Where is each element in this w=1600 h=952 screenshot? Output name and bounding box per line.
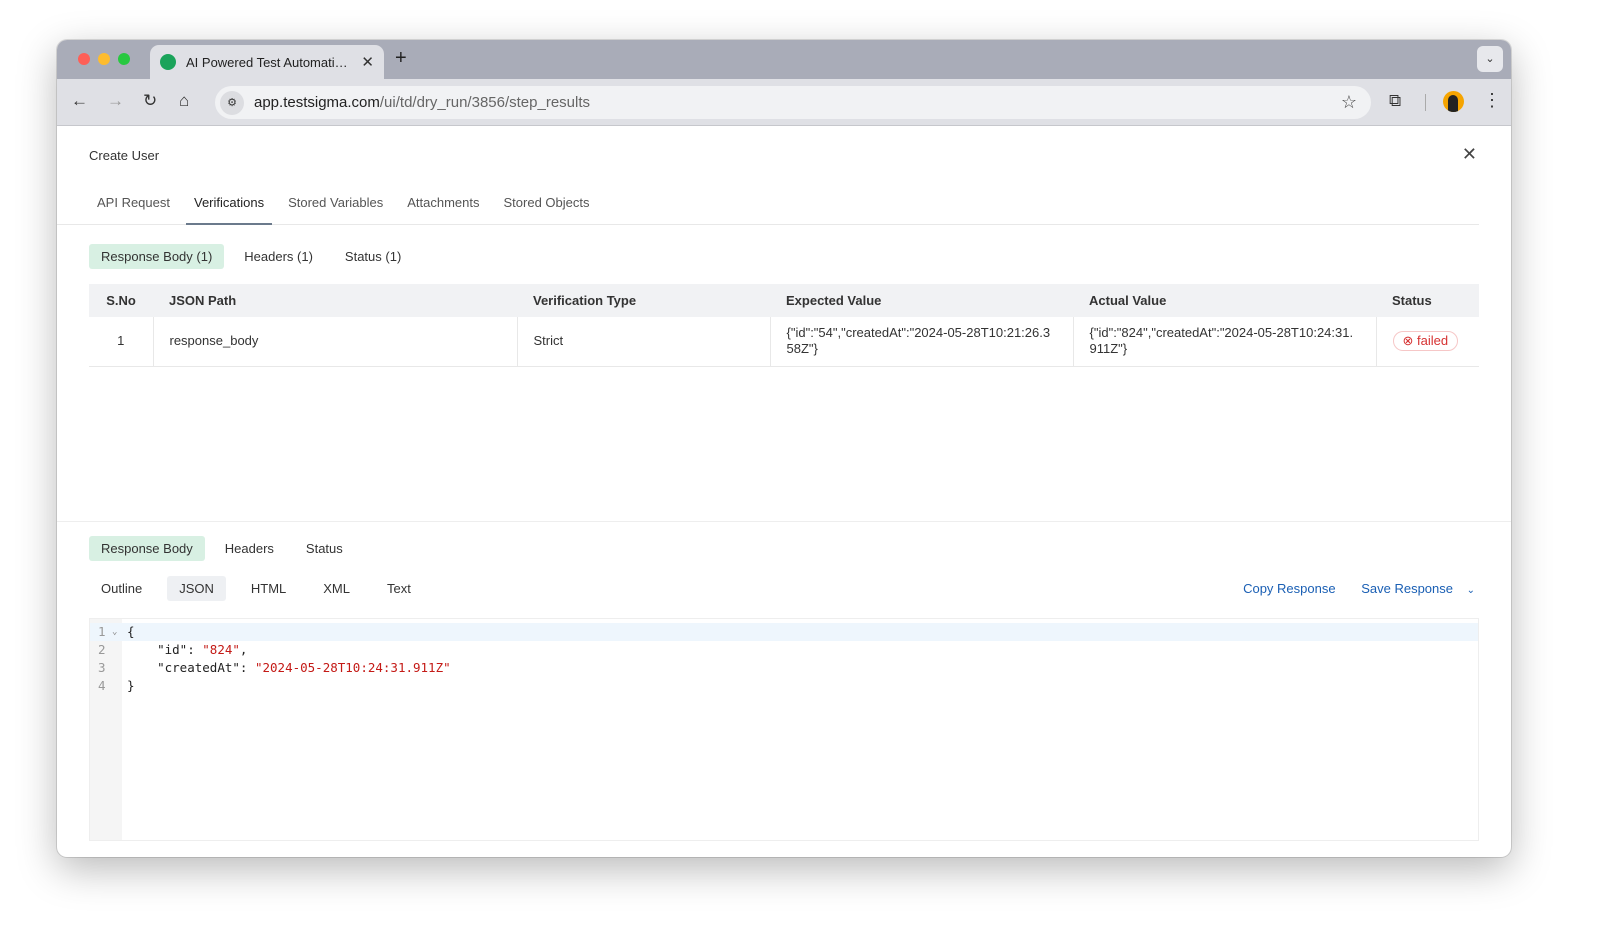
copy-response-button[interactable]: Copy Response bbox=[1243, 581, 1336, 596]
tab-headers-verifications[interactable]: Headers (1) bbox=[232, 244, 325, 269]
verifications-table: S.No JSON Path Verification Type Expecte… bbox=[89, 284, 1479, 367]
column-header: JSON Path bbox=[153, 284, 517, 317]
tab-stored-objects[interactable]: Stored Objects bbox=[496, 184, 598, 225]
line-number: 2 bbox=[98, 642, 106, 657]
code-text: } bbox=[127, 678, 135, 693]
home-icon[interactable]: ⌂ bbox=[179, 91, 189, 111]
tab-xml[interactable]: XML bbox=[311, 576, 362, 601]
tab-text[interactable]: Text bbox=[375, 576, 423, 601]
tab-search-chevron-icon[interactable]: ⌄ bbox=[1477, 46, 1503, 72]
code-line: 4} bbox=[90, 677, 1478, 695]
step-result-panel: Create User ✕ API Request Verifications … bbox=[57, 126, 1511, 857]
code-text: { bbox=[127, 624, 135, 639]
cell-json-path: response_body bbox=[153, 317, 518, 367]
table-row: 1 response_body Strict {"id":"54","creat… bbox=[89, 317, 1479, 367]
column-header: Verification Type bbox=[517, 284, 770, 317]
tab-stored-variables[interactable]: Stored Variables bbox=[280, 184, 391, 225]
code-line: 3 "createdAt": "2024-05-28T10:24:31.911Z… bbox=[98, 660, 451, 675]
response-actions: Copy Response Save Response ⌄ bbox=[1221, 581, 1475, 596]
main-tabs: API Request Verifications Stored Variabl… bbox=[57, 184, 1479, 225]
tab-json[interactable]: JSON bbox=[167, 576, 226, 601]
cell-actual-value: {"id":"824","createdAt":"2024-05-28T10:2… bbox=[1073, 317, 1377, 367]
forward-icon[interactable]: → bbox=[107, 91, 124, 111]
star-icon[interactable]: ☆ bbox=[1341, 92, 1357, 113]
extensions-icon[interactable]: ⧉ bbox=[1389, 91, 1401, 111]
status-badge: ⊗ failed bbox=[1392, 331, 1459, 352]
response-tabs: Response Body Headers Status bbox=[89, 536, 363, 561]
minimize-window-button[interactable] bbox=[98, 53, 110, 65]
tab-response-body-verifications[interactable]: Response Body (1) bbox=[89, 244, 225, 269]
json-string: "2024-05-28T10:24:31.911Z" bbox=[254, 660, 451, 675]
json-key: "id" bbox=[157, 642, 188, 657]
tab-status-verifications[interactable]: Status (1) bbox=[333, 244, 413, 269]
tab-outline[interactable]: Outline bbox=[89, 576, 154, 601]
json-string: "824" bbox=[202, 642, 240, 657]
line-number: 1 bbox=[98, 624, 106, 639]
save-response-button[interactable]: Save Response bbox=[1361, 581, 1453, 596]
tab-response-status[interactable]: Status bbox=[294, 536, 355, 561]
url-host: app.testsigma.com bbox=[254, 94, 380, 111]
fold-chevron-icon[interactable]: ⌄ bbox=[112, 623, 117, 641]
tab-attachments[interactable]: Attachments bbox=[399, 184, 487, 225]
table-header: S.No JSON Path Verification Type Expecte… bbox=[89, 284, 1479, 317]
url-path: /ui/td/dry_run/3856/step_results bbox=[379, 94, 591, 111]
address-bar[interactable]: ⚙ app.testsigma.com/ui/td/dry_run/3856/s… bbox=[215, 86, 1371, 119]
line-number: 4 bbox=[98, 678, 106, 693]
column-header: Expected Value bbox=[770, 284, 1073, 317]
site-settings-icon[interactable]: ⚙ bbox=[220, 90, 244, 115]
avatar[interactable] bbox=[1443, 91, 1464, 112]
format-tabs: Outline JSON HTML XML Text bbox=[89, 576, 436, 601]
browser-toolbar: ← → ↻ ⌂ ⚙ app.testsigma.com/ui/td/dry_ru… bbox=[57, 79, 1511, 126]
tab-html[interactable]: HTML bbox=[239, 576, 298, 601]
reload-icon[interactable]: ↻ bbox=[143, 91, 157, 111]
tab-strip: AI Powered Test Automation Platform ✕ + … bbox=[57, 40, 1511, 79]
new-tab-icon[interactable]: + bbox=[395, 47, 407, 70]
status-text: failed bbox=[1417, 333, 1449, 349]
back-icon[interactable]: ← bbox=[71, 91, 88, 111]
tab-response-body[interactable]: Response Body bbox=[89, 536, 205, 561]
more-icon[interactable]: ⋮ bbox=[1483, 90, 1501, 111]
close-window-button[interactable] bbox=[78, 53, 90, 65]
line-number: 3 bbox=[98, 660, 106, 675]
page-title: Create User bbox=[89, 148, 160, 163]
verification-tabs: Response Body (1) Headers (1) Status (1) bbox=[89, 244, 421, 269]
tab-verifications[interactable]: Verifications bbox=[186, 184, 273, 225]
browser-tab[interactable]: AI Powered Test Automation Platform ✕ bbox=[150, 45, 384, 79]
testsigma-favicon-icon bbox=[160, 54, 176, 70]
tab-response-headers[interactable]: Headers bbox=[213, 536, 286, 561]
failed-circle-x-icon: ⊗ bbox=[1402, 333, 1414, 349]
browser-window: AI Powered Test Automation Platform ✕ + … bbox=[57, 40, 1511, 857]
section-divider bbox=[57, 521, 1511, 522]
cell-expected-value: {"id":"54","createdAt":"2024-05-28T10:21… bbox=[770, 317, 1074, 367]
json-key: "createdAt" bbox=[157, 660, 240, 675]
close-icon[interactable]: ✕ bbox=[1462, 144, 1477, 165]
cell-verification-type: Strict bbox=[517, 317, 771, 367]
column-header: Actual Value bbox=[1073, 284, 1376, 317]
column-header: S.No bbox=[89, 284, 153, 317]
tab-title: AI Powered Test Automation Platform bbox=[186, 54, 353, 70]
close-tab-icon[interactable]: ✕ bbox=[361, 53, 374, 71]
code-line: 1 ⌄ { bbox=[90, 623, 1478, 641]
maximize-window-button[interactable] bbox=[118, 53, 130, 65]
toolbar-divider bbox=[1425, 94, 1426, 111]
json-code-editor[interactable]: 1 ⌄ { 2 "id": "824", 3 "createdAt": "2024-… bbox=[89, 618, 1479, 841]
cell-sno: 1 bbox=[89, 317, 154, 367]
code-line: 2 "id": "824", bbox=[98, 642, 248, 657]
chevron-down-icon[interactable]: ⌄ bbox=[1467, 585, 1475, 596]
tab-api-request[interactable]: API Request bbox=[89, 184, 178, 225]
column-header: Status bbox=[1376, 284, 1479, 317]
